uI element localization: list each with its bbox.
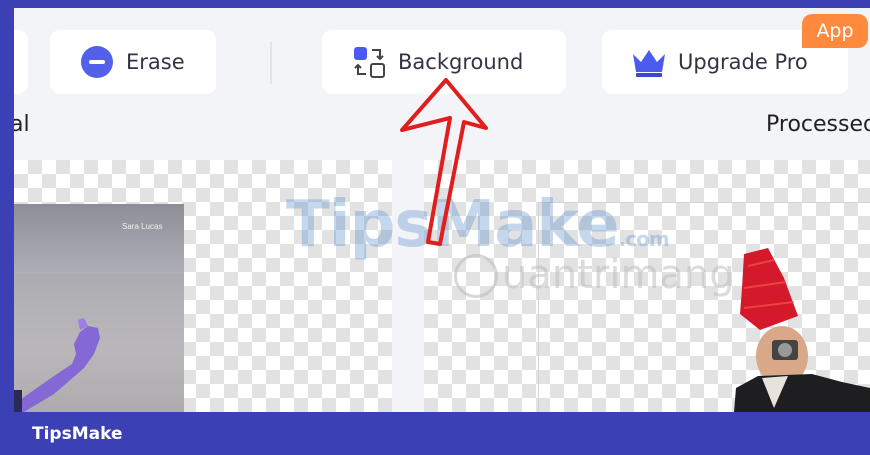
window-frame: Erase Background Upgrade Pro App al Proc… <box>0 0 870 455</box>
hand-figure <box>14 274 184 412</box>
swap-shapes-icon <box>350 43 388 81</box>
tipsmake-watermark-suffix: .com <box>618 227 670 251</box>
minus-circle-icon <box>78 43 116 81</box>
processed-label: Processed <box>766 112 870 137</box>
erase-label: Erase <box>126 50 185 74</box>
crown-icon <box>630 43 668 81</box>
original-label: al <box>14 112 30 137</box>
app-badge[interactable]: App <box>802 14 868 48</box>
red-arrow-annotation <box>400 78 488 246</box>
processed-person-cutout <box>734 248 870 412</box>
previous-tool-button[interactable] <box>14 30 28 94</box>
quantrimang-watermark: uantrimang <box>502 252 735 298</box>
original-photo: Sara Lucas <box>14 204 184 412</box>
upgrade-pro-label: Upgrade Pro <box>678 50 808 74</box>
app-screen: Erase Background Upgrade Pro App al Proc… <box>14 8 870 412</box>
toolbar-divider <box>270 42 272 84</box>
quantrimang-logo-icon <box>454 254 498 298</box>
footer-brand: TipsMake <box>32 424 123 444</box>
erase-button[interactable]: Erase <box>50 30 216 94</box>
background-label: Background <box>398 50 524 74</box>
